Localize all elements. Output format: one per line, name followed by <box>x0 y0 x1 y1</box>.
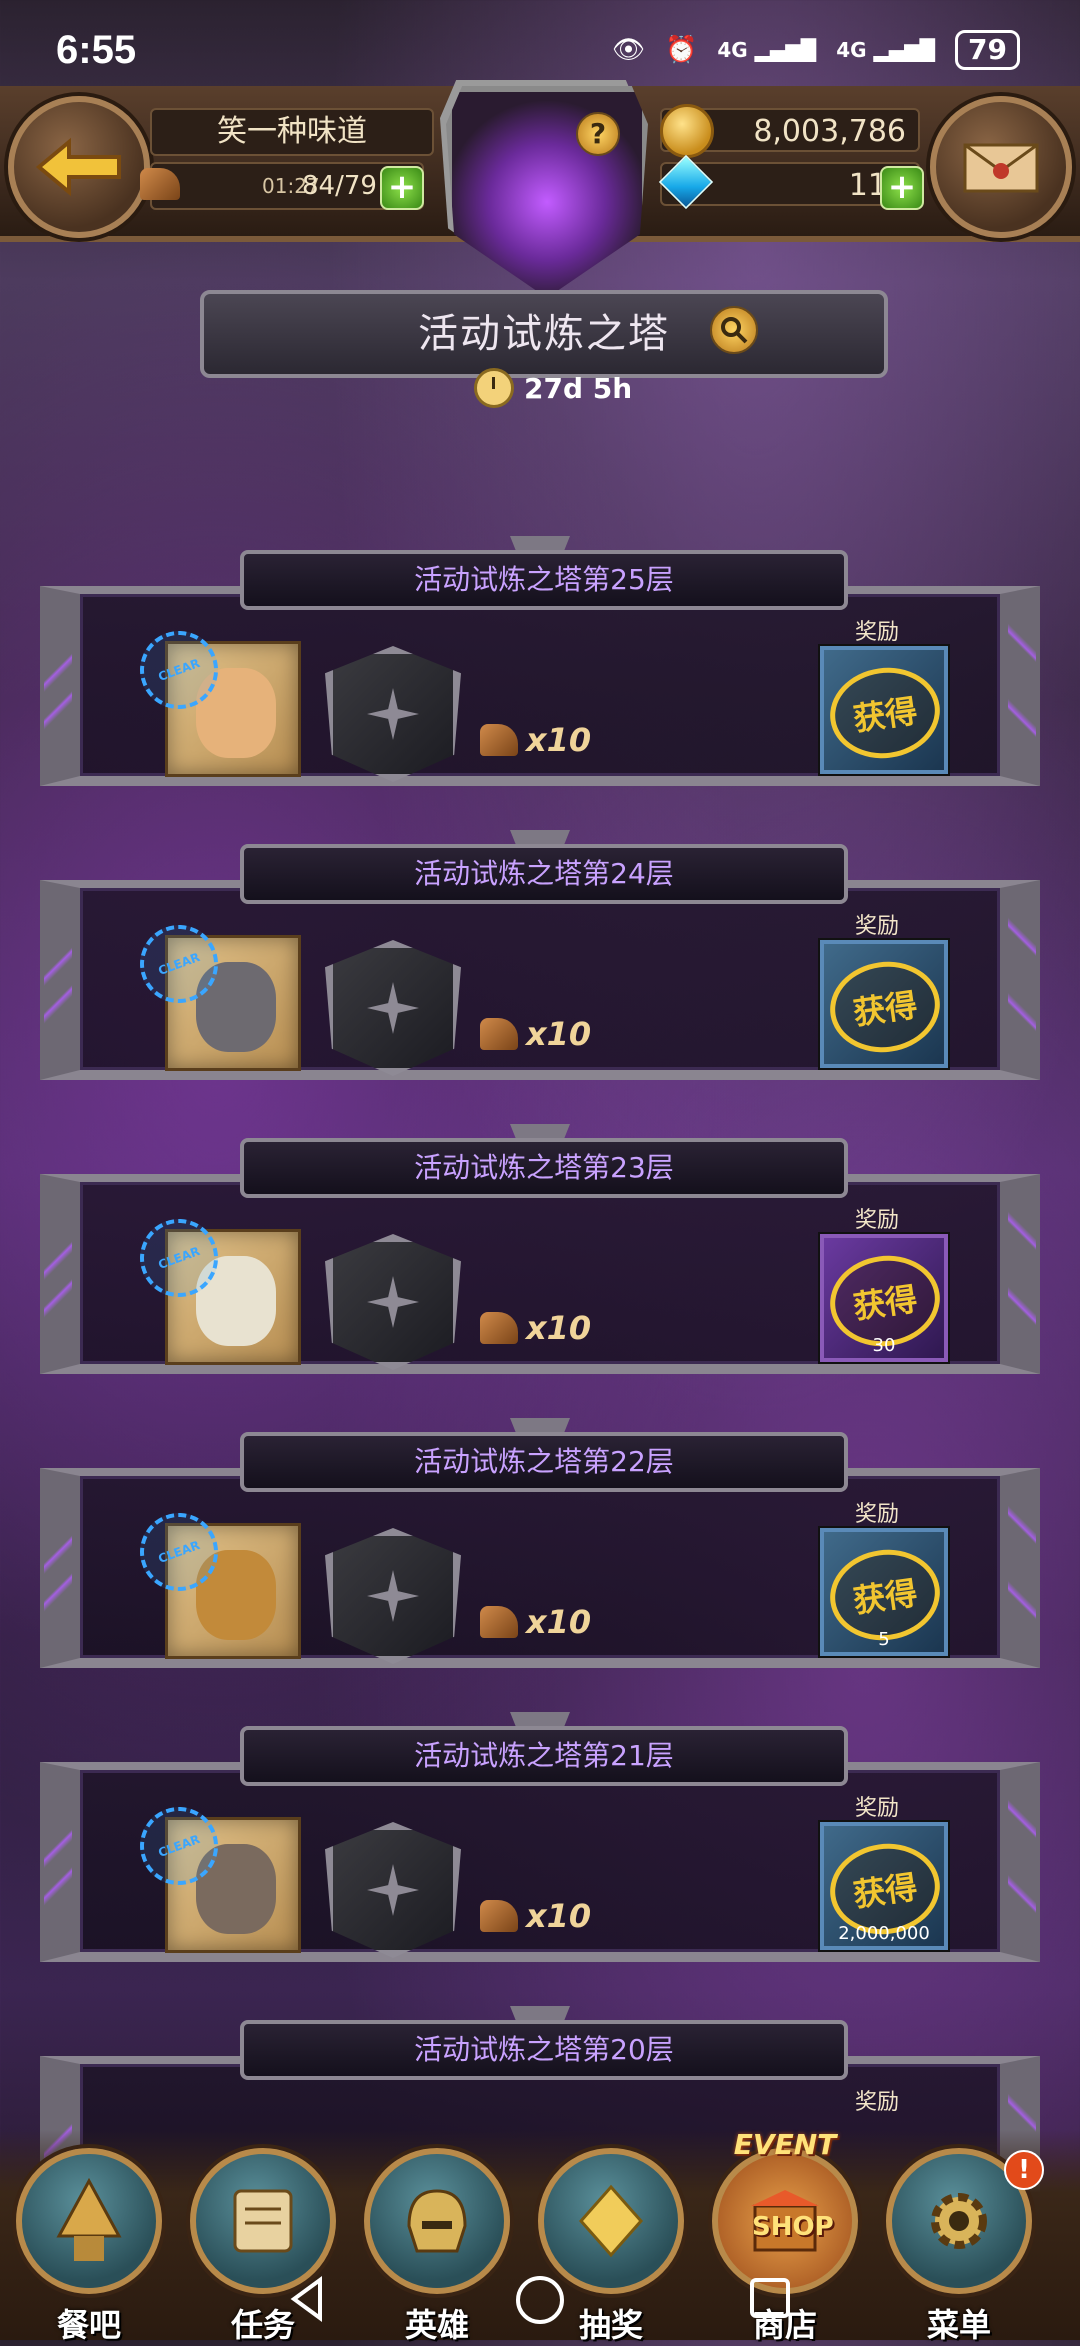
event-timer: 27d 5h <box>474 368 632 408</box>
boot-icon <box>480 1900 518 1932</box>
reward-item[interactable]: 获得 30 <box>820 1234 948 1362</box>
add-gems-button[interactable]: + <box>880 166 924 210</box>
crack-decoration <box>44 1488 72 1648</box>
reward-label: 奖励 <box>855 1208 900 1233</box>
floor-title: 活动试炼之塔第22层 <box>240 1432 848 1492</box>
reward-item[interactable]: 获得 <box>820 646 948 774</box>
crosshair-icon <box>367 1864 419 1916</box>
boot-icon <box>480 1606 518 1638</box>
obtained-stamp: 获得 <box>824 954 946 1060</box>
floor-card[interactable]: 活动试炼之塔第25层 CLEAR x10 获得 奖励 <box>40 536 1040 786</box>
crack-decoration <box>1008 1782 1036 1942</box>
help-button[interactable]: ? <box>576 112 620 156</box>
nav-home-icon[interactable] <box>514 2274 566 2326</box>
back-button[interactable] <box>8 96 150 238</box>
event-badge: EVENT <box>733 2128 837 2161</box>
crack-decoration <box>1008 1488 1036 1648</box>
floor-title: 活动试炼之塔第21层 <box>240 1726 848 1786</box>
boot-icon <box>480 1018 518 1050</box>
crack-decoration <box>44 900 72 1060</box>
signal-icon: 4G ▂▄▆█ <box>717 38 817 62</box>
add-stamina-button[interactable]: + <box>380 166 424 210</box>
crack-decoration <box>44 1782 72 1942</box>
crack-decoration <box>1008 1194 1036 1354</box>
menu-alert-badge: ! <box>1004 2150 1044 2190</box>
clock-time: 6:55 <box>56 28 137 72</box>
stamina-value: 84/79 <box>302 171 377 201</box>
reward-item[interactable]: 获得 5 <box>820 1528 948 1656</box>
reward-label: 奖励 <box>855 1502 900 1527</box>
floor-card[interactable]: 活动试炼之塔第24层 CLEAR x10 获得 奖励 <box>40 830 1040 1080</box>
crosshair-icon <box>367 1570 419 1622</box>
alarm-icon: ⏰ <box>664 35 698 65</box>
crack-decoration <box>44 1194 72 1354</box>
obtained-stamp: 获得 <box>824 660 946 766</box>
stamina-cost: x10 <box>480 1603 591 1641</box>
reward-item[interactable]: 获得 <box>820 940 948 1068</box>
event-title: 活动试炼之塔 <box>200 290 888 378</box>
stamina-cost: x10 <box>480 1015 591 1053</box>
floor-title: 活动试炼之塔第24层 <box>240 844 848 904</box>
coin-icon <box>660 104 714 158</box>
shop-badge: SHOP <box>752 2212 834 2242</box>
crosshair-icon <box>367 982 419 1034</box>
reward-amount: 5 <box>878 1629 890 1650</box>
crack-decoration <box>1008 900 1036 1060</box>
status-icons: 👁 ⏰ 4G ▂▄▆█ 4G ▂▄▆█ 79 <box>612 30 1020 70</box>
crosshair-icon <box>367 1276 419 1328</box>
event-remaining: 27d 5h <box>524 371 633 405</box>
boot-icon <box>480 1312 518 1344</box>
floor-title: 活动试炼之塔第23层 <box>240 1138 848 1198</box>
reward-label: 奖励 <box>855 620 900 645</box>
signal-icon-2: 4G ▂▄▆█ <box>836 38 936 62</box>
floor-title: 活动试炼之塔第20层 <box>240 2020 848 2080</box>
tower-crest-icon[interactable] <box>446 86 648 298</box>
stamina-cost: x10 <box>480 721 591 759</box>
crosshair-icon <box>367 688 419 740</box>
magnifier-icon <box>721 317 748 344</box>
reward-amount: 2,000,000 <box>838 1923 930 1944</box>
reward-label: 奖励 <box>855 2090 900 2115</box>
envelope-icon <box>963 143 1039 193</box>
reward-item[interactable]: 获得 2,000,000 <box>820 1822 948 1950</box>
reward-amount: 30 <box>872 1335 896 1356</box>
stopwatch-icon <box>474 368 514 408</box>
reward-label: 奖励 <box>855 914 900 939</box>
floor-card[interactable]: 活动试炼之塔第21层 CLEAR x10 获得 2,000,000 奖励 <box>40 1712 1040 1962</box>
floor-card[interactable]: 活动试炼之塔第22层 CLEAR x10 获得 5 奖励 <box>40 1418 1040 1668</box>
player-name: 笑一种味道 <box>150 108 434 156</box>
search-button[interactable] <box>710 306 758 354</box>
back-arrow-icon <box>35 137 121 197</box>
crack-decoration <box>1008 606 1036 766</box>
floor-title: 活动试炼之塔第25层 <box>240 550 848 610</box>
system-nav-bar <box>0 2260 1080 2340</box>
stamina-cost: x10 <box>480 1309 591 1347</box>
reward-label: 奖励 <box>855 1796 900 1821</box>
battery-indicator: 79 <box>955 30 1020 70</box>
floor-card[interactable]: 活动试炼之塔第23层 CLEAR x10 获得 30 奖励 <box>40 1124 1040 1374</box>
boot-icon <box>480 724 518 756</box>
nav-back-icon[interactable] <box>282 2274 332 2324</box>
boot-icon <box>140 168 180 200</box>
stamina-cost: x10 <box>480 1897 591 1935</box>
nav-recents-icon[interactable] <box>746 2274 794 2322</box>
mail-button[interactable] <box>930 96 1072 238</box>
eye-icon: 👁 <box>611 35 645 65</box>
crack-decoration <box>44 606 72 766</box>
